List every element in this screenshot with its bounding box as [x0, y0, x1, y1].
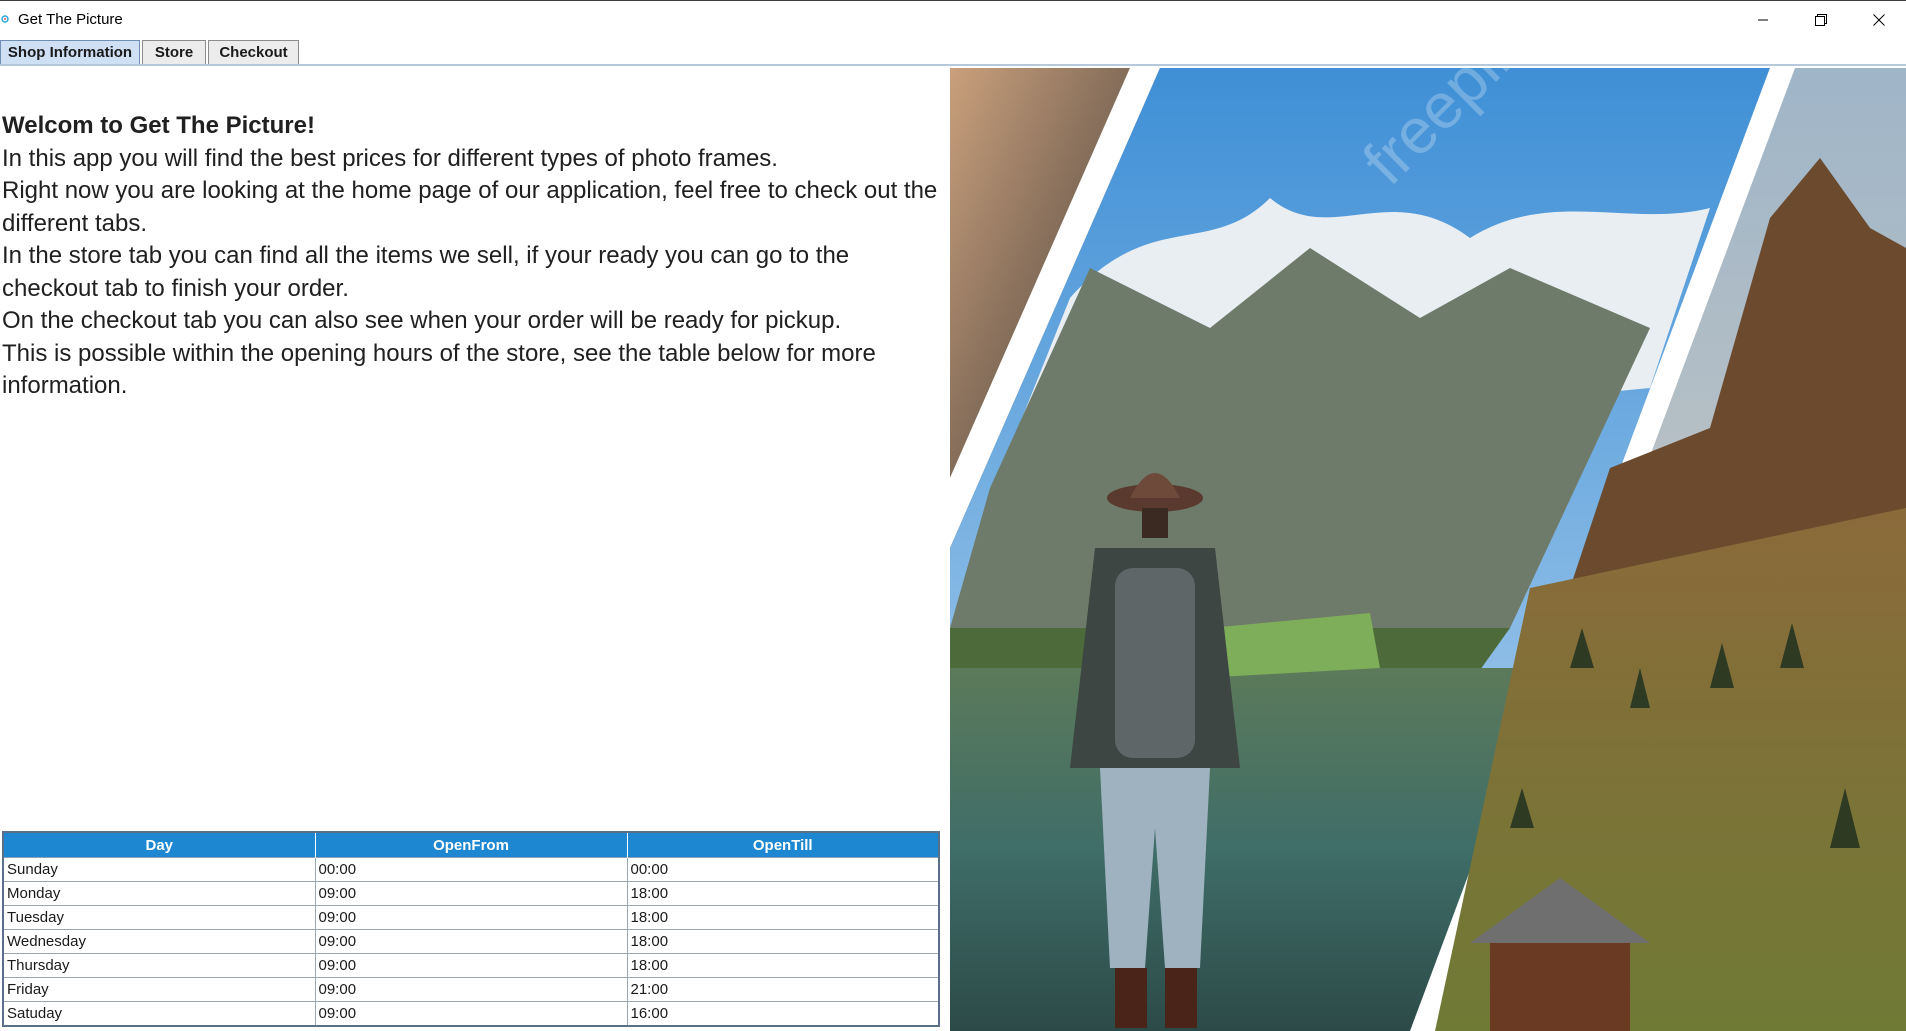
tab-checkout[interactable]: Checkout — [208, 40, 299, 64]
cell-day[interactable]: Sunday — [2, 857, 316, 882]
cell-open-from[interactable]: 09:00 — [314, 905, 628, 930]
intro-line: This is possible within the opening hour… — [2, 339, 876, 400]
cell-open-from[interactable]: 00:00 — [314, 857, 628, 882]
cell-day[interactable]: Satuday — [2, 1001, 316, 1027]
table-header-row: Day OpenFrom OpenTill — [2, 832, 940, 858]
shop-information-panel: Welcom to Get The Picture! In this app y… — [0, 66, 950, 1031]
cell-open-till[interactable]: 18:00 — [626, 953, 940, 978]
table-row[interactable]: Thursday 09:00 18:00 — [2, 953, 940, 978]
cell-open-from[interactable]: 09:00 — [314, 977, 628, 1002]
intro-line: In this app you will find the best price… — [2, 144, 778, 172]
table-row[interactable]: Monday 09:00 18:00 — [2, 881, 940, 906]
cell-open-from[interactable]: 09:00 — [314, 953, 628, 978]
cell-open-till[interactable]: 18:00 — [626, 929, 940, 954]
table-row[interactable]: Friday 09:00 21:00 — [2, 977, 940, 1002]
column-header-open-from[interactable]: OpenFrom — [314, 832, 628, 858]
column-header-day[interactable]: Day — [2, 832, 316, 858]
cell-open-till[interactable]: 16:00 — [626, 1001, 940, 1027]
close-icon — [1873, 14, 1885, 26]
cell-day[interactable]: Tuesday — [2, 905, 316, 930]
cell-open-till[interactable]: 00:00 — [626, 857, 940, 882]
cell-open-till[interactable]: 18:00 — [626, 905, 940, 930]
table-row[interactable]: Tuesday 09:00 18:00 — [2, 905, 940, 930]
cell-day[interactable]: Thursday — [2, 953, 316, 978]
intro-text: Welcom to Get The Picture! In this app y… — [2, 110, 942, 403]
welcome-heading: Welcom to Get The Picture! — [2, 112, 315, 139]
landscape-collage-image: freepik — [950, 68, 1906, 1031]
intro-line: In the store tab you can find all the it… — [2, 242, 850, 302]
cell-open-from[interactable]: 09:00 — [314, 1001, 628, 1027]
app-icon — [1, 15, 9, 23]
window-titlebar: Get The Picture — [0, 0, 1906, 38]
cell-open-till[interactable]: 21:00 — [626, 977, 940, 1002]
cell-day[interactable]: Monday — [2, 881, 316, 906]
table-row[interactable]: Wednesday 09:00 18:00 — [2, 929, 940, 954]
restore-button[interactable] — [1792, 1, 1850, 39]
close-button[interactable] — [1850, 1, 1906, 39]
table-row[interactable]: Satuday 09:00 16:00 — [2, 1001, 940, 1027]
opening-hours-table[interactable]: Day OpenFrom OpenTill Sunday 00:00 00:00… — [2, 831, 940, 1027]
minimize-button[interactable] — [1734, 1, 1792, 39]
cell-day[interactable]: Wednesday — [2, 929, 316, 954]
window-title: Get The Picture — [18, 11, 123, 28]
cell-open-till[interactable]: 18:00 — [626, 881, 940, 906]
cell-open-from[interactable]: 09:00 — [314, 881, 628, 906]
cell-open-from[interactable]: 09:00 — [314, 929, 628, 954]
intro-line: Right now you are looking at the home pa… — [2, 177, 938, 237]
restore-icon — [1815, 14, 1827, 26]
cell-day[interactable]: Friday — [2, 977, 316, 1002]
column-header-open-till[interactable]: OpenTill — [626, 832, 940, 858]
tab-shop-information[interactable]: Shop Information — [0, 40, 140, 64]
minimize-icon — [1758, 19, 1768, 21]
intro-line: On the checkout tab you can also see whe… — [2, 307, 842, 334]
hero-photo-collage: freepik — [950, 68, 1906, 1031]
table-row[interactable]: Sunday 00:00 00:00 — [2, 857, 940, 882]
tab-store[interactable]: Store — [142, 40, 206, 64]
